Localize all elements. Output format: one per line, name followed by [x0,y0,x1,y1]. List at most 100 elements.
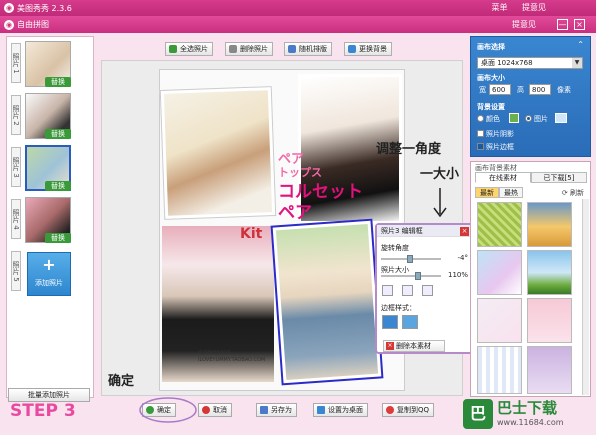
replace-button[interactable]: 替换 [45,77,71,87]
color-radio[interactable] [477,115,484,122]
border-style-option-1[interactable] [382,315,398,329]
material-thumb[interactable] [477,202,522,247]
color-swatch[interactable] [509,113,519,123]
app-title: 美图秀秀 2.3.6 [17,3,72,13]
flip-horizontal-icon[interactable] [382,285,393,296]
material-thumb[interactable] [477,346,522,394]
photo-thumb-3[interactable]: 照片 3 替换 [9,145,89,191]
set-desktop-label: 设置为桌面 [328,406,363,414]
add-photo-label: 添加照片 [35,279,63,287]
select-all-photos-button[interactable]: 全选照片 [165,42,213,56]
rotate-slider[interactable] [381,255,441,263]
save-as-button[interactable]: 另存为 [256,403,297,417]
border-style-option-2[interactable] [402,315,418,329]
rotate-icon[interactable] [422,285,433,296]
magazine-text-4: ペア [278,203,312,223]
image-icon [348,45,356,53]
qq-icon [386,406,394,414]
slider-handle[interactable] [407,255,413,263]
replace-button[interactable]: 替换 [45,233,71,243]
refresh-button[interactable]: ⟳ 刷新 [562,188,584,198]
check-icon [146,406,154,414]
subtab-newest[interactable]: 最新 [475,187,499,198]
change-background-button[interactable]: 更换背景 [344,42,392,56]
shadow-label: 照片阴影 [486,130,514,138]
collage-photo-3-selected[interactable] [270,218,384,386]
feedback-link[interactable]: 提意见 [512,19,536,30]
tab-downloaded[interactable]: 已下载[5] [531,172,587,183]
photo-thumb-2[interactable]: 照片 2 替换 [9,93,89,139]
scrollbar[interactable] [582,199,589,395]
delete-material-label: 删除本素材 [396,342,431,350]
rotate-value: -4° [457,254,468,262]
replace-button[interactable]: 替换 [45,129,71,139]
material-thumb[interactable] [527,202,572,247]
close-button[interactable]: × [574,19,585,30]
collage-photo-1[interactable] [159,86,277,220]
subtab-hottest[interactable]: 最热 [499,187,523,198]
check-icon [169,45,177,53]
canvas-select-value: 桌面 1024x768 [481,59,533,67]
random-layout-label: 随机排版 [299,45,327,53]
slider-handle[interactable] [415,272,421,280]
copy-to-qq-button[interactable]: 复制到QQ [382,403,435,417]
photo-label: 照片 4 [11,199,21,239]
banner-text: Kit [240,226,263,242]
window-title: 自由拼图 [17,20,49,29]
size-slider[interactable] [381,272,441,280]
minimize-button[interactable]: — [557,19,568,30]
confirm-note: 确定 [108,374,135,389]
material-thumb[interactable] [477,298,522,343]
photo-image [163,90,273,216]
menu-item-menu[interactable]: 菜单 [491,3,507,12]
material-thumb[interactable] [527,298,572,343]
photo-thumb-1[interactable]: 照片 1 替换 [9,41,89,87]
canvas-select-title: 画布选择 [477,43,505,51]
material-thumb[interactable] [477,250,522,295]
add-photo-button[interactable]: + 添加照片 [27,252,71,296]
canvas-select-dropdown[interactable]: 桌面 1024x768 ▼ [477,57,583,69]
site-logo-icon: 巴 [463,399,493,429]
tab-online-material[interactable]: 在线素材 [475,172,531,183]
photo-edit-dialog: 照片3 编辑框 × 旋转角度 -4° 照片大小 110% 边框样式： × 删除本… [375,223,474,354]
background-image-icon[interactable] [555,113,567,123]
dialog-close-icon[interactable]: × [460,227,469,236]
photo-list-panel: 照片 1 替换 照片 2 替换 照片 3 替换 照片 4 替换 照片 5 + 添… [6,36,94,398]
width-label: 宽 [479,86,486,94]
collage-photo-4[interactable]: Kit YUMMYSHOP ILOVEYUMMY.TAOBAO.COM [162,226,274,382]
copy-to-qq-label: 复制到QQ [397,406,430,414]
collapse-icon[interactable]: ⌃ [577,40,584,49]
batch-add-label: 批量添加照片 [28,391,70,399]
plus-icon: + [42,255,56,274]
material-thumb[interactable] [527,346,572,394]
flip-vertical-icon[interactable] [402,285,413,296]
trash-icon [229,45,237,53]
delete-material-button[interactable]: × 删除本素材 [383,340,445,352]
image-radio[interactable] [525,115,532,122]
watermark-line-1: YUMMYSHOP [198,350,231,356]
cancel-button[interactable]: 取消 [198,403,232,417]
menu-item-feedback[interactable]: 提意见 [522,3,546,12]
delete-photo-button[interactable]: 删除照片 [225,42,273,56]
border-checkbox[interactable] [477,143,484,150]
width-input[interactable]: 600 [489,84,511,95]
replace-button[interactable]: 替换 [45,181,71,191]
save-as-label: 另存为 [271,406,292,414]
photo-label: 照片 1 [11,43,21,83]
set-desktop-button[interactable]: 设置为桌面 [313,403,368,417]
shadow-checkbox[interactable] [477,130,484,137]
material-thumb[interactable] [527,250,572,295]
random-layout-button[interactable]: 随机排版 [284,42,332,56]
height-input[interactable]: 800 [529,84,551,95]
shuffle-icon [288,45,296,53]
ok-button[interactable]: 确定 [142,403,176,417]
batch-add-photos-button[interactable]: 批量添加照片 [8,388,90,402]
cancel-label: 取消 [213,406,227,414]
unit-label: 像素 [557,86,571,94]
rotate-label: 旋转角度 [381,244,409,252]
photo-thumb-4[interactable]: 照片 4 替换 [9,197,89,243]
app-logo-icon: ◉ [4,3,14,13]
collage-canvas[interactable]: ペア トップス コルセット ペア Kit YUMMYSHOP ILOVEYUMM… [159,69,405,391]
chevron-down-icon: ▼ [572,58,582,68]
image-option-label: 图片 [534,115,548,123]
